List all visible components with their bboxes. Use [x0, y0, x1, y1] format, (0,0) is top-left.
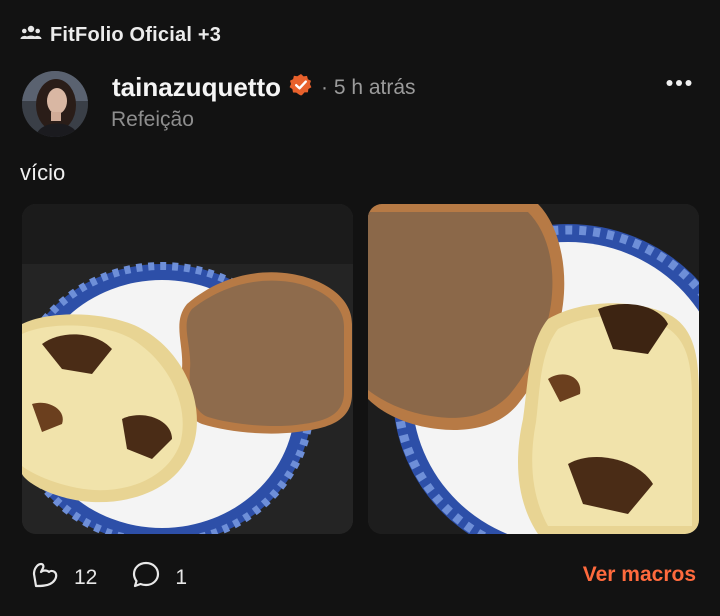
post-category: Refeição: [111, 108, 194, 131]
comment-button[interactable]: 1: [131, 560, 187, 595]
post-caption: vício: [20, 160, 66, 185]
author-name[interactable]: tainazuquetto: [112, 72, 281, 103]
group-header[interactable]: FitFolio Oficial +3: [20, 24, 221, 47]
view-macros-link[interactable]: Ver macros: [583, 563, 696, 587]
group-icon: [20, 24, 42, 47]
post-photo-2[interactable]: [368, 204, 699, 534]
author-row: tainazuquetto · 5 h atrás: [112, 72, 416, 103]
more-horizontal-icon: [666, 76, 692, 93]
like-count: 12: [74, 565, 98, 589]
post-actions: 12 1: [30, 560, 221, 595]
post-time: · 5 h atrás: [321, 75, 416, 99]
like-button[interactable]: 12: [30, 560, 97, 595]
group-name[interactable]: FitFolio Oficial +3: [50, 24, 221, 47]
post-photo-1[interactable]: [22, 204, 353, 534]
comment-count: 1: [175, 565, 188, 589]
more-options-button[interactable]: [666, 76, 692, 94]
avatar[interactable]: [22, 71, 88, 137]
verified-badge-icon: [289, 73, 313, 102]
comment-bubble-icon: [131, 560, 161, 595]
flexed-arm-icon: [30, 560, 60, 595]
